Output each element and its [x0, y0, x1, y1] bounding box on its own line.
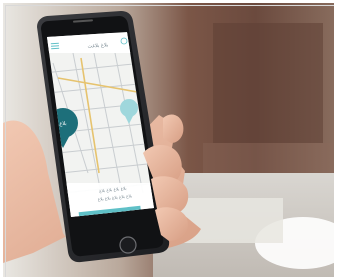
- home-button[interactable]: [119, 236, 137, 254]
- photo-frame: بلاغ بلاغت بلاغ بلاغ بلاغ بلاغ بلاغ بلاغ…: [0, 0, 337, 280]
- menu-icon[interactable]: [50, 42, 60, 50]
- pin-label: بلاغ: [59, 121, 66, 127]
- photo-scene: بلاغ بلاغت بلاغ بلاغ بلاغ بلاغ بلاغ بلاغ…: [3, 3, 334, 277]
- background-shelf: [213, 23, 323, 143]
